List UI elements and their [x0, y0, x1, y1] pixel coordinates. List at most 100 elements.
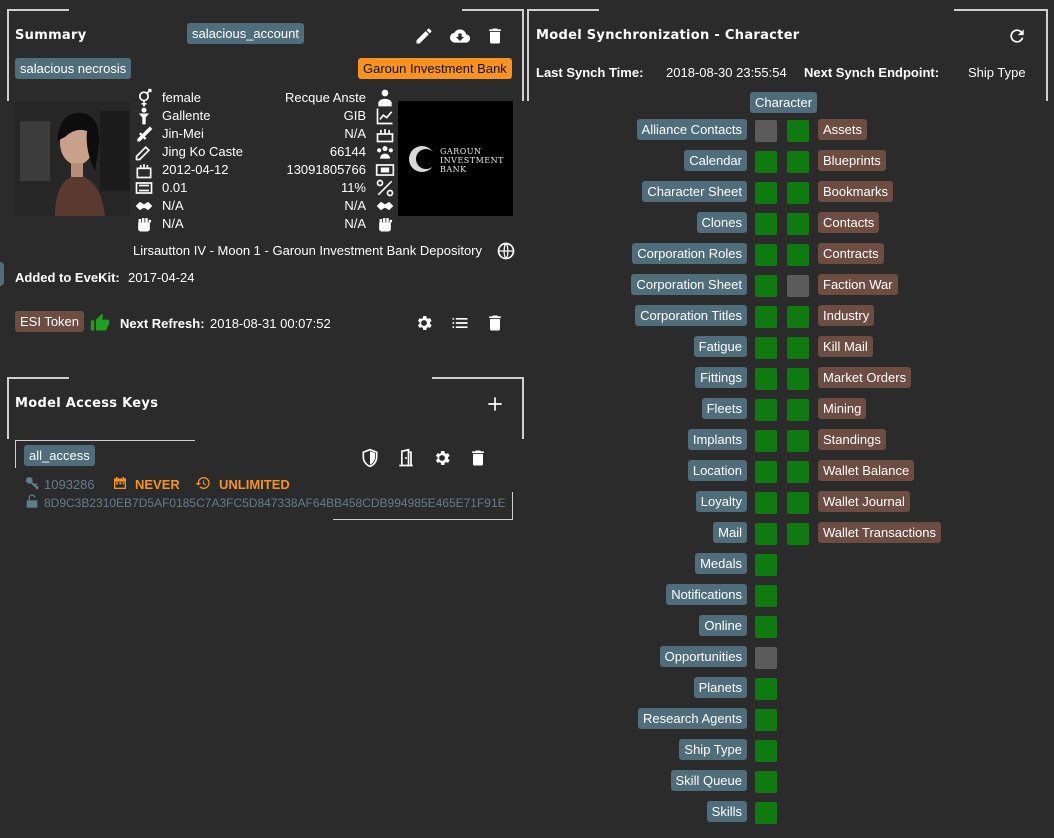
- next-refresh-label: Next Refresh:: [120, 316, 205, 331]
- refresh-icon[interactable]: [1007, 26, 1027, 46]
- character-tag[interactable]: salacious necrosis: [15, 58, 132, 79]
- sync-status-indicator: [755, 182, 777, 204]
- sync-endpoint-left[interactable]: Corporation Roles: [632, 243, 747, 264]
- delete-icon[interactable]: [485, 26, 505, 46]
- sync-status-grid: Alliance Contacts Calendar Character Sheet…: [0, 0, 1054, 838]
- sync-status-indicator: [787, 151, 809, 173]
- door-icon[interactable]: [396, 448, 416, 468]
- sync-status-indicator: [787, 399, 809, 421]
- globe-icon: [496, 241, 516, 261]
- sync-endpoint-left[interactable]: Planets: [693, 677, 747, 698]
- fist-icon: [375, 214, 395, 234]
- sync-status-indicator: [755, 244, 777, 266]
- sync-endpoint-left[interactable]: Alliance Contacts: [636, 119, 747, 140]
- sync-endpoint-right[interactable]: Standings: [818, 429, 886, 450]
- war-value: N/A: [162, 216, 184, 231]
- sync-endpoint-left[interactable]: Notifications: [666, 584, 747, 605]
- sync-status-indicator: [755, 523, 777, 545]
- sync-endpoint-left[interactable]: Ship Type: [679, 739, 747, 760]
- sync-status-indicator: [787, 337, 809, 359]
- sync-endpoint-left[interactable]: Fleets: [701, 398, 747, 419]
- sync-endpoint-right[interactable]: Faction War: [818, 274, 898, 295]
- sync-endpoint-left[interactable]: Skills: [706, 801, 747, 822]
- sync-endpoint-left[interactable]: Online: [699, 615, 747, 636]
- sync-endpoint-left[interactable]: Research Agents: [637, 708, 747, 729]
- character-portrait: [15, 101, 130, 216]
- sync-endpoint-left[interactable]: Skill Queue: [670, 770, 747, 791]
- logo-line-3: BANK: [440, 165, 467, 174]
- add-key-icon[interactable]: [485, 394, 505, 414]
- sync-endpoint-left[interactable]: Fatigue: [693, 336, 747, 357]
- cloud-download-icon[interactable]: [450, 26, 470, 46]
- settings-icon[interactable]: [414, 313, 434, 333]
- sync-endpoint-left[interactable]: Corporation Sheet: [631, 274, 747, 295]
- sync-endpoint-right[interactable]: Wallet Balance: [818, 460, 915, 481]
- sync-endpoint-right[interactable]: Blueprints: [818, 150, 886, 171]
- bloodline-value: Jin-Mei: [162, 126, 204, 141]
- key-card-bottom-rule: [333, 519, 513, 520]
- sync-status-indicator: [755, 771, 777, 793]
- side-handle[interactable]: [0, 262, 4, 286]
- chart-icon: [375, 106, 395, 126]
- sync-endpoint-right[interactable]: Contracts: [818, 243, 884, 264]
- cake-icon: [375, 124, 395, 144]
- key-card-right-rule: [512, 492, 513, 520]
- race-icon: [134, 106, 154, 126]
- settings-icon[interactable]: [432, 448, 452, 468]
- delete-icon[interactable]: [468, 448, 488, 468]
- sync-endpoint-left[interactable]: Location: [687, 460, 747, 481]
- logo-line-1: GAROUN: [440, 147, 482, 156]
- sync-endpoint-right[interactable]: Contacts: [818, 212, 880, 233]
- next-endpoint-value: Ship Type: [968, 65, 1026, 80]
- list-icon[interactable]: [450, 313, 470, 333]
- sync-status-indicator: [755, 275, 777, 297]
- next-endpoint-label: Next Synch Endpoint:: [804, 65, 940, 80]
- location-text: Lirsautton IV - Moon 1 - Garoun Investme…: [133, 243, 483, 258]
- sync-endpoint-right[interactable]: Bookmarks: [818, 181, 894, 202]
- sync-endpoint-left[interactable]: Mail: [713, 522, 747, 543]
- ceo-value: Recque Anste: [285, 90, 366, 105]
- sync-status-indicator: [755, 740, 777, 762]
- edit-icon[interactable]: [414, 26, 434, 46]
- sync-endpoint-right[interactable]: Assets: [818, 119, 868, 140]
- sync-endpoint-right[interactable]: Industry: [818, 305, 875, 326]
- esi-token-tag[interactable]: ESI Token: [15, 311, 85, 332]
- race-value: Gallente: [162, 108, 211, 123]
- ancestry-icon: [134, 142, 154, 162]
- sync-endpoint-left[interactable]: Loyalty: [695, 491, 747, 512]
- sync-status-indicator: [755, 802, 777, 824]
- summary-frame-corner: [462, 9, 524, 101]
- key-icon: [24, 475, 40, 491]
- sync-endpoint-right[interactable]: Wallet Transactions: [818, 522, 941, 543]
- sync-endpoint-left[interactable]: Implants: [687, 429, 747, 450]
- sync-endpoint-right[interactable]: Market Orders: [818, 367, 912, 388]
- sync-endpoint-left[interactable]: Calendar: [684, 150, 747, 171]
- key-tag[interactable]: all_access: [24, 445, 95, 466]
- sync-status-indicator: [755, 709, 777, 731]
- sync-status-indicator: [787, 213, 809, 235]
- sync-title: Model Synchronization - Character: [536, 28, 800, 43]
- sync-endpoint-right[interactable]: Mining: [818, 398, 867, 419]
- account-tag[interactable]: salacious_account: [187, 23, 304, 44]
- sync-endpoint-left[interactable]: Character Sheet: [642, 181, 747, 202]
- sync-endpoint-left[interactable]: Clones: [696, 212, 747, 233]
- next-refresh-value: 2018-08-31 00:07:52: [210, 316, 331, 331]
- summary-frame-corner: [7, 9, 69, 101]
- corporation-tag[interactable]: Garoun Investment Bank: [358, 58, 512, 79]
- sync-status-indicator: [755, 647, 777, 669]
- corporation-info: Recque Anste GIB N/A 66144 13091805766 1…: [250, 90, 366, 231]
- shield-icon[interactable]: [360, 448, 380, 468]
- sync-endpoint-left[interactable]: Opportunities: [659, 646, 747, 667]
- sync-endpoint-right[interactable]: Kill Mail: [818, 336, 873, 357]
- key-limit: UNLIMITED: [219, 477, 290, 492]
- added-value: 2017-04-24: [128, 270, 195, 285]
- handshake-icon: [375, 196, 395, 216]
- sync-endpoint-right[interactable]: Wallet Journal: [818, 491, 910, 512]
- sync-endpoint-left[interactable]: Corporation Titles: [635, 305, 747, 326]
- sync-endpoint-left[interactable]: Fittings: [695, 367, 747, 388]
- sync-endpoint-left[interactable]: Medals: [695, 553, 747, 574]
- sync-status-indicator: [787, 306, 809, 328]
- delete-icon[interactable]: [485, 313, 505, 333]
- gender-icon: [134, 88, 154, 108]
- money-icon: [375, 160, 395, 180]
